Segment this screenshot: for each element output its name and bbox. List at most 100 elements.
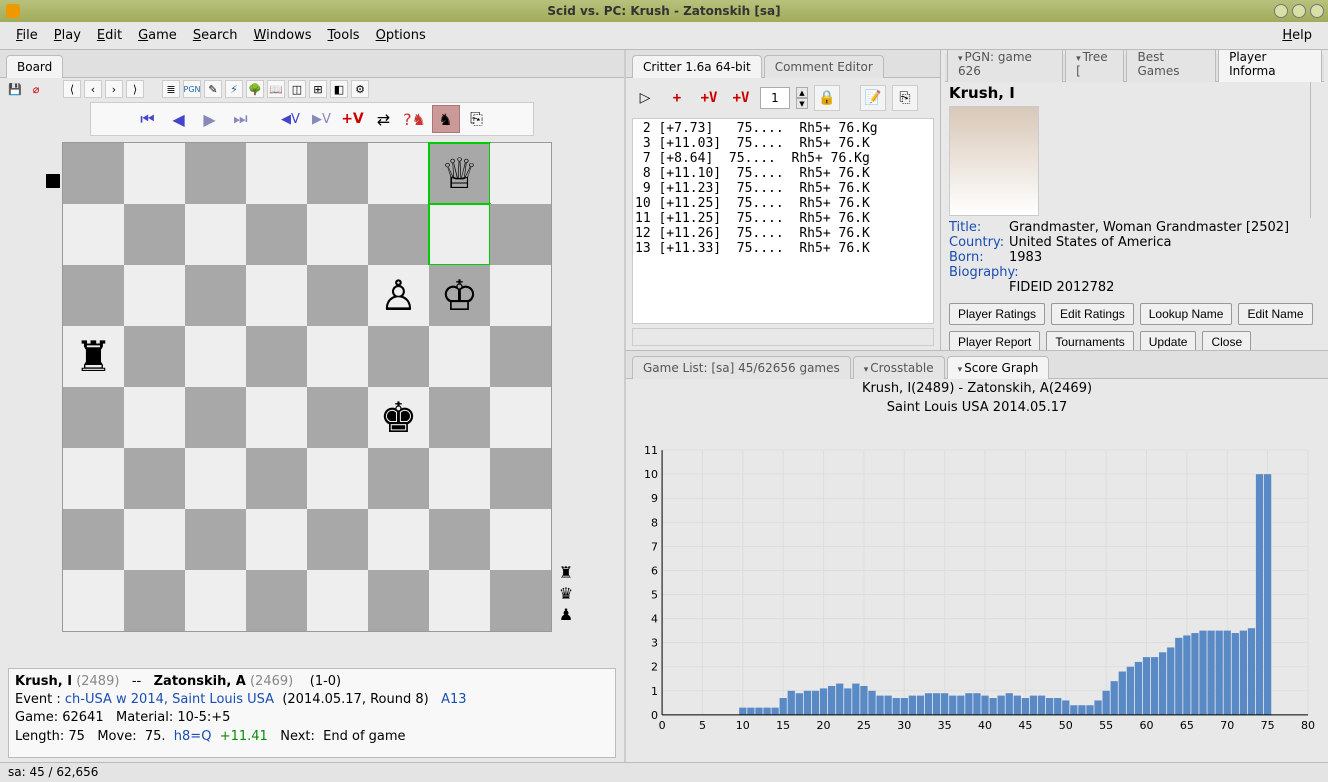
player-btn-edit-name[interactable]: Edit Name [1238, 303, 1312, 325]
menu-game[interactable]: Game [130, 26, 185, 45]
square-f4[interactable]: ♚ [368, 387, 429, 448]
menu-file[interactable]: File [8, 26, 46, 45]
menu-search[interactable]: Search [185, 26, 246, 45]
engine-plusv-icon[interactable]: +V [696, 85, 722, 111]
square-a5[interactable]: ♜ [63, 326, 124, 387]
tool-tree-icon[interactable]: 🌳 [246, 80, 264, 98]
square-e4[interactable] [307, 387, 368, 448]
nav-fwd-icon[interactable]: ▶ [196, 105, 224, 133]
minimize-button[interactable] [1274, 4, 1288, 18]
square-g2[interactable] [429, 509, 490, 570]
engine-multipv-spinner[interactable]: 1 [760, 87, 790, 109]
square-a8[interactable] [63, 143, 124, 204]
menu-options[interactable]: Options [368, 26, 434, 45]
nav-copy-icon[interactable]: ⎘ [463, 105, 491, 133]
square-g8[interactable]: ♕ [429, 143, 490, 204]
square-d5[interactable] [246, 326, 307, 387]
square-b4[interactable] [124, 387, 185, 448]
square-f3[interactable] [368, 448, 429, 509]
square-b1[interactable] [124, 570, 185, 631]
square-c2[interactable] [185, 509, 246, 570]
chess-board[interactable]: ♕♙♔ ♜ ♚ [62, 142, 552, 632]
maximize-button[interactable] [1292, 4, 1306, 18]
tool-prev-game-icon[interactable]: ⟨ [63, 80, 81, 98]
save-icon[interactable]: 💾 [6, 80, 24, 98]
square-e8[interactable] [307, 143, 368, 204]
engine-play-icon[interactable]: ▷ [632, 85, 658, 111]
square-e6[interactable] [307, 265, 368, 326]
square-d6[interactable] [246, 265, 307, 326]
menu-help[interactable]: Help [1274, 26, 1320, 45]
player-btn-tournaments[interactable]: Tournaments [1046, 331, 1133, 350]
eco-link[interactable]: A13 [441, 692, 466, 707]
tool-pgn-icon[interactable]: PGN [183, 80, 201, 98]
square-h4[interactable] [490, 387, 551, 448]
square-d2[interactable] [246, 509, 307, 570]
tool-crosstable-icon[interactable]: ⊞ [309, 80, 327, 98]
event-link[interactable]: ch-USA w 2014, Saint Louis USA [65, 692, 274, 707]
square-a3[interactable] [63, 448, 124, 509]
square-f6[interactable]: ♙ [368, 265, 429, 326]
menu-play[interactable]: Play [46, 26, 89, 45]
square-b5[interactable] [124, 326, 185, 387]
square-f7[interactable] [368, 204, 429, 265]
tab-game-list[interactable]: Game List: [sa] 45/62656 games [632, 356, 851, 379]
nav-start-icon[interactable]: ⏮ [134, 105, 162, 133]
square-c4[interactable] [185, 387, 246, 448]
square-d1[interactable] [246, 570, 307, 631]
player-btn-edit-ratings[interactable]: Edit Ratings [1051, 303, 1134, 325]
square-g5[interactable] [429, 326, 490, 387]
square-c5[interactable] [185, 326, 246, 387]
tool-graph-icon[interactable]: ◧ [330, 80, 348, 98]
nav-back-icon[interactable]: ◀ [165, 105, 193, 133]
close-db-icon[interactable]: ⌀ [27, 80, 45, 98]
tab-tree[interactable]: ▾Tree [ [1065, 50, 1124, 82]
square-h8[interactable] [490, 143, 551, 204]
square-c1[interactable] [185, 570, 246, 631]
engine-plusv2-icon[interactable]: +V [728, 85, 754, 111]
square-f8[interactable] [368, 143, 429, 204]
tool-engine-icon[interactable]: ⚙ [351, 80, 369, 98]
tool-comment-icon[interactable]: ✎ [204, 80, 222, 98]
square-d7[interactable] [246, 204, 307, 265]
engine-plus-icon[interactable]: + [664, 85, 690, 111]
nav-annotate-icon[interactable]: ?♞ [401, 105, 429, 133]
square-c6[interactable] [185, 265, 246, 326]
engine-lock-icon[interactable]: 🔒 [814, 85, 840, 111]
square-b3[interactable] [124, 448, 185, 509]
close-window-button[interactable] [1310, 4, 1324, 18]
square-b7[interactable] [124, 204, 185, 265]
square-g6[interactable]: ♔ [429, 265, 490, 326]
player-btn-lookup-name[interactable]: Lookup Name [1140, 303, 1233, 325]
square-a2[interactable] [63, 509, 124, 570]
square-d8[interactable] [246, 143, 307, 204]
square-f5[interactable] [368, 326, 429, 387]
square-h1[interactable] [490, 570, 551, 631]
tab-score-graph[interactable]: ▾Score Graph [947, 356, 1050, 379]
square-e2[interactable] [307, 509, 368, 570]
square-c3[interactable] [185, 448, 246, 509]
player-btn-update[interactable]: Update [1140, 331, 1197, 350]
player-btn-player-report[interactable]: Player Report [949, 331, 1040, 350]
tool-next-game-icon[interactable]: ⟩ [126, 80, 144, 98]
square-g4[interactable] [429, 387, 490, 448]
engine-scrollbar[interactable] [632, 328, 934, 346]
square-g1[interactable] [429, 570, 490, 631]
square-h7[interactable] [490, 204, 551, 265]
spinner-buttons[interactable]: ▲▼ [796, 87, 808, 109]
engine-copy-icon[interactable]: ⎘ [892, 85, 918, 111]
tab-crosstable[interactable]: ▾Crosstable [853, 356, 945, 379]
player-btn-player-ratings[interactable]: Player Ratings [949, 303, 1045, 325]
tool-stats-icon[interactable]: ◫ [288, 80, 306, 98]
tool-book-icon[interactable]: 📖 [267, 80, 285, 98]
engine-annotate-icon[interactable]: 📝 [860, 85, 886, 111]
player-scrollbar[interactable] [1310, 82, 1324, 218]
nav-add-var-icon[interactable]: +V [339, 105, 367, 133]
square-e7[interactable] [307, 204, 368, 265]
player-btn-close[interactable]: Close [1202, 331, 1251, 350]
square-h5[interactable] [490, 326, 551, 387]
square-g3[interactable] [429, 448, 490, 509]
tool-back-icon[interactable]: ‹ [84, 80, 102, 98]
square-e5[interactable] [307, 326, 368, 387]
nav-var-fwd-icon[interactable]: ▶V [308, 105, 336, 133]
